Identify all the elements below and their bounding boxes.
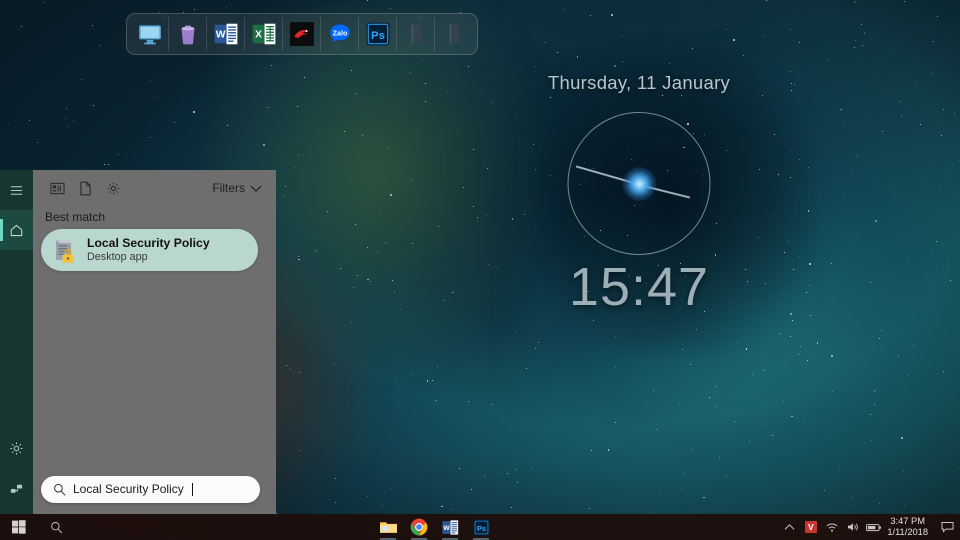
wifi-icon [826, 523, 838, 532]
chevron-up-icon [785, 524, 795, 530]
apps-grid-icon [49, 182, 65, 194]
windows-logo-icon [12, 520, 26, 534]
excel-icon: X [252, 23, 275, 45]
svg-text:Ps: Ps [371, 30, 385, 42]
taskbar-app-photoshop[interactable]: Ps [471, 517, 491, 540]
dock-item-zalo[interactable]: Zalo [321, 17, 359, 51]
search-input-value: Local Security Policy [73, 482, 184, 496]
clock-date: Thursday, 11 January [547, 72, 731, 93]
taskbar-search-button[interactable] [38, 514, 74, 540]
search-rail [0, 170, 33, 514]
v-badge-icon: V [804, 521, 817, 533]
search-box-container: Local Security Policy [33, 470, 276, 514]
rail-item-home[interactable] [0, 210, 33, 250]
search-flyout: Filters Best match Local Security Policy… [0, 170, 276, 514]
taskbar-app-word[interactable]: W [440, 517, 460, 540]
toolbar-documents-button[interactable] [71, 175, 99, 201]
best-match-title: Local Security Policy [87, 235, 210, 250]
folder-icon [449, 24, 460, 44]
gear-icon [10, 441, 23, 455]
rail-item-settings[interactable] [0, 428, 33, 468]
best-match-text: Local Security Policy Desktop app [87, 236, 210, 265]
filters-button[interactable]: Filters [208, 179, 266, 197]
tray-clock-date: 1/11/2018 [887, 527, 928, 537]
word-icon: W [441, 519, 458, 535]
svg-text:Zalo: Zalo [332, 30, 347, 38]
taskbar-app-list: W Ps [378, 517, 491, 540]
chrome-icon [410, 518, 428, 536]
best-match-subtitle: Desktop app [87, 250, 148, 263]
svg-text:X: X [255, 30, 262, 41]
search-icon [50, 521, 62, 533]
file-explorer-icon [379, 522, 397, 533]
system-tray: V 3:47 PM 1/11/2018 [779, 514, 960, 540]
taskbar-app-chrome[interactable] [409, 517, 429, 540]
garena-icon [289, 22, 314, 46]
search-panel: Filters Best match Local Security Policy… [33, 170, 276, 514]
word-icon: W [214, 23, 237, 45]
taskbar-app-file-explorer[interactable] [378, 517, 398, 540]
clock-center-glow [622, 166, 656, 201]
toolbar-settings-button[interactable] [99, 175, 127, 201]
chevron-down-icon [250, 185, 262, 192]
secpol-lock-glyph [56, 240, 74, 263]
search-toolbar: Filters [33, 170, 276, 206]
dock-item-word[interactable]: W [207, 17, 245, 51]
dock-item-folder-2[interactable] [435, 17, 473, 51]
tray-icon-network[interactable] [821, 514, 842, 540]
filters-label: Filters [212, 181, 245, 195]
best-match-result[interactable]: Local Security Policy Desktop app [41, 229, 258, 271]
search-results-area [33, 271, 276, 470]
tray-icon-vpn-badge[interactable]: V [800, 514, 821, 540]
clock-time: 15:47 [568, 257, 710, 317]
dock-item-folder-1[interactable] [397, 17, 435, 51]
document-icon [79, 181, 91, 195]
desktop-dock[interactable]: W X Zalo Ps [126, 13, 478, 55]
photoshop-icon: Ps [473, 519, 489, 535]
text-caret [191, 482, 193, 496]
svg-text:W: W [443, 525, 450, 532]
dock-item-garena[interactable] [283, 17, 321, 51]
start-button[interactable] [0, 514, 38, 540]
hamburger-icon [10, 185, 23, 195]
feedback-icon [10, 484, 23, 493]
svg-text:Ps: Ps [476, 523, 485, 532]
tray-clock[interactable]: 3:47 PM 1/11/2018 [884, 516, 934, 538]
recycle-bin-icon [181, 25, 194, 45]
desktop-clock-widget: Thursday, 11 January 15:47 [508, 72, 770, 314]
best-match-label: Best match [45, 210, 106, 224]
search-icon [54, 483, 66, 496]
rail-item-feedback[interactable] [0, 468, 33, 508]
speaker-icon [847, 523, 858, 531]
dock-item-this-pc[interactable] [131, 17, 169, 51]
tray-clock-time: 3:47 PM [890, 516, 925, 527]
home-icon [10, 224, 23, 236]
monitor-icon [138, 25, 161, 45]
toolbar-apps-button[interactable] [43, 175, 71, 201]
analog-clock-icon [567, 112, 711, 255]
secpol-lock-icon [51, 236, 77, 264]
svg-text:W: W [215, 30, 225, 41]
battery-icon [865, 523, 881, 531]
rail-item-menu[interactable] [0, 170, 33, 210]
search-input[interactable]: Local Security Policy [41, 475, 260, 503]
gear-icon [107, 182, 119, 194]
dock-item-photoshop[interactable]: Ps [359, 17, 397, 51]
action-center-button[interactable] [934, 514, 960, 540]
tray-icon-volume[interactable] [842, 514, 863, 540]
dock-item-excel[interactable]: X [245, 17, 283, 51]
folder-icon [411, 24, 421, 44]
photoshop-icon: Ps [366, 22, 389, 46]
taskbar: W Ps V 3:47 PM 1/11/2018 [0, 514, 960, 540]
tray-overflow-button[interactable] [779, 514, 800, 540]
tray-icon-battery[interactable] [863, 514, 884, 540]
dock-item-recycle-bin[interactable] [169, 17, 207, 51]
zalo-icon: Zalo [329, 24, 350, 43]
notification-icon [941, 522, 953, 533]
